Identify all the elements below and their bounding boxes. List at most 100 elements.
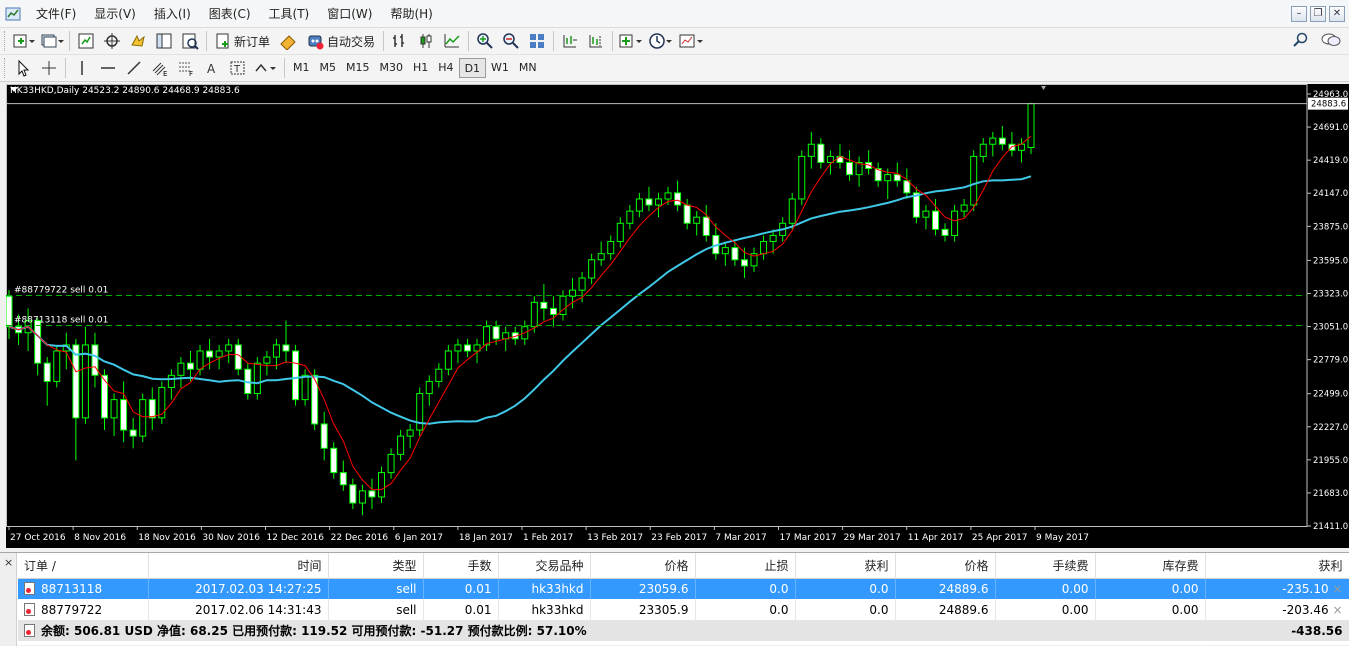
navigator-icon[interactable] <box>127 30 149 52</box>
candle-body <box>989 137 997 145</box>
horizontal-line-icon[interactable] <box>97 57 119 79</box>
metaeditor-icon[interactable] <box>277 30 299 52</box>
order-id: 88779722 <box>41 602 103 617</box>
take-profit-cell: 0.0 <box>795 599 896 620</box>
crosshair-icon[interactable] <box>38 57 60 79</box>
column-header-take-profit[interactable]: 获利 <box>795 553 896 579</box>
column-header-type[interactable]: 类型 <box>328 553 424 579</box>
timeframe-m1[interactable]: M1 <box>288 58 315 78</box>
profiles-icon[interactable] <box>40 30 64 52</box>
column-header-commission[interactable]: 手续费 <box>995 553 1096 579</box>
candle-body <box>578 277 586 291</box>
restore-button[interactable]: ❐ <box>1310 6 1326 22</box>
candle-body <box>387 453 395 474</box>
y-tick-label: 22227.0 <box>1313 423 1348 433</box>
market-watch-icon[interactable] <box>75 30 97 52</box>
close-order-icon[interactable]: × <box>1332 603 1342 617</box>
timeframe-w1[interactable]: W1 <box>486 58 514 78</box>
x-tick-label: 30 Nov 2016 <box>202 533 260 543</box>
candle-body <box>549 307 557 315</box>
timeframe-m15[interactable]: M15 <box>341 58 375 78</box>
timeframe-h1[interactable]: H1 <box>408 58 433 78</box>
toolbar-grip[interactable] <box>4 31 7 51</box>
candlestick-chart-icon[interactable] <box>415 30 437 52</box>
app-icon[interactable] <box>5 6 21 22</box>
menu-file[interactable]: 文件(F) <box>27 0 85 28</box>
column-header-lots[interactable]: 手数 <box>423 553 499 579</box>
menu-tools[interactable]: 工具(T) <box>260 0 319 28</box>
chart-canvas[interactable]: #88779722 sell 0.01 #88713118 sell 0.01 24… <box>6 84 1349 548</box>
text-icon[interactable]: A <box>201 57 223 79</box>
timeframe-mn[interactable]: MN <box>514 58 542 78</box>
timeframe-d1[interactable]: D1 <box>458 58 487 78</box>
timeframe-h4[interactable]: H4 <box>433 58 458 78</box>
table-row[interactable]: 88779722 2017.02.06 14:31:43 sell 0.01 h… <box>18 599 1349 620</box>
menu-insert[interactable]: 插入(I) <box>145 0 200 28</box>
symbol-cell: hk33hkd <box>498 599 591 620</box>
zoom-in-icon[interactable] <box>474 30 496 52</box>
close-order-icon[interactable]: × <box>1332 582 1342 596</box>
vertical-line-icon[interactable] <box>71 57 93 79</box>
candle-body <box>53 350 61 382</box>
bar-chart-icon[interactable] <box>389 30 411 52</box>
toolbar-separator <box>284 58 285 78</box>
terminal-icon[interactable] <box>153 30 175 52</box>
column-header-stop-loss[interactable]: 止损 <box>695 553 796 579</box>
text-label-icon[interactable]: T <box>227 57 249 79</box>
candle-body <box>101 374 109 419</box>
indicators-icon[interactable] <box>618 30 644 52</box>
strategy-tester-icon[interactable] <box>179 30 201 52</box>
menu-view[interactable]: 显示(V) <box>85 0 145 28</box>
menu-charts[interactable]: 图表(C) <box>200 0 260 28</box>
auto-scroll-icon[interactable] <box>585 30 607 52</box>
chart-menu-arrow-icon[interactable] <box>10 86 18 94</box>
symbol-cell: hk33hkd <box>498 578 591 599</box>
equidistant-channel-icon[interactable]: E <box>149 57 171 79</box>
column-header-open-price[interactable]: 价格 <box>590 553 696 579</box>
terminal-close-icon[interactable]: × <box>4 556 13 569</box>
candle-body <box>435 368 443 382</box>
search-icon[interactable] <box>1293 32 1309 51</box>
timeframe-m5[interactable]: M5 <box>315 58 342 78</box>
price-chart[interactable]: #88779722 sell 0.01 #88713118 sell 0.01 24… <box>6 84 1349 548</box>
crosshair-nav-icon[interactable] <box>101 30 123 52</box>
column-header-current-price[interactable]: 价格 <box>895 553 996 579</box>
chat-icon[interactable] <box>1321 32 1341 51</box>
tile-windows-icon[interactable] <box>526 30 548 52</box>
candle-body <box>683 204 691 224</box>
column-header-swap[interactable]: 库存费 <box>1095 553 1206 579</box>
fibonacci-icon[interactable]: F <box>175 57 197 79</box>
trendline-icon[interactable] <box>123 57 145 79</box>
current-price-cell: 24889.6 <box>895 599 996 620</box>
candle-body <box>817 143 825 163</box>
auto-trading-button[interactable]: 自动交易 <box>303 30 378 52</box>
candle-body <box>645 198 653 206</box>
chart-shift-icon[interactable] <box>559 30 581 52</box>
minimize-button[interactable]: – <box>1291 6 1307 22</box>
new-chart-icon[interactable] <box>12 30 36 52</box>
menu-help[interactable]: 帮助(H) <box>381 0 441 28</box>
column-header-symbol[interactable]: 交易品种 <box>498 553 591 579</box>
timeframe-m30[interactable]: M30 <box>375 58 409 78</box>
zoom-out-icon[interactable] <box>500 30 522 52</box>
cursor-icon[interactable] <box>12 57 34 79</box>
svg-text:E: E <box>163 70 167 77</box>
candle-body <box>320 423 328 449</box>
column-header-order[interactable]: 订单 / <box>18 553 149 579</box>
candle-body <box>120 399 128 431</box>
toolbar-grip[interactable] <box>4 58 7 78</box>
profit-cell: -235.10 × <box>1205 578 1349 599</box>
column-header-time[interactable]: 时间 <box>148 553 329 579</box>
new-order-button[interactable]: 新订单 <box>212 30 273 52</box>
line-chart-icon[interactable] <box>441 30 463 52</box>
candle-body <box>406 429 414 437</box>
column-header-profit[interactable]: 获利 <box>1205 553 1349 579</box>
toolbar-separator <box>553 31 555 51</box>
periods-icon[interactable] <box>648 30 674 52</box>
menu-window[interactable]: 窗口(W) <box>318 0 381 28</box>
arrows-icon[interactable] <box>253 57 279 79</box>
close-button[interactable]: ✕ <box>1329 6 1345 22</box>
templates-icon[interactable] <box>678 30 704 52</box>
y-tick-label: 24963.0 <box>1313 90 1348 100</box>
table-row[interactable]: 88713118 2017.02.03 14:27:25 sell 0.01 h… <box>18 578 1349 599</box>
